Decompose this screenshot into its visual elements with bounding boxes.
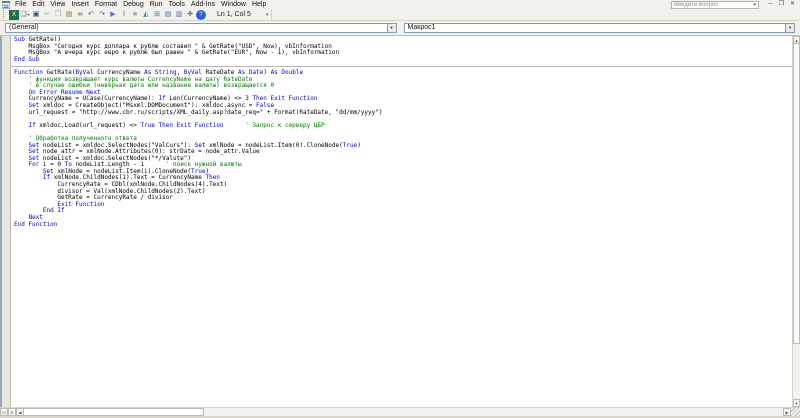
reset-icon[interactable]: ■	[130, 10, 140, 20]
menu-addins[interactable]: Add-Ins	[188, 1, 218, 8]
code-keyword: End If	[42, 207, 65, 215]
code-text: )	[263, 68, 271, 76]
object-dropdown-value: (General)	[9, 24, 39, 31]
menu-tools[interactable]: Tools	[166, 1, 188, 8]
insert-userform-icon[interactable]: ❏ ▾	[20, 10, 30, 20]
procedure-dropdown-value: Макрос1	[407, 24, 436, 31]
copy-icon[interactable]: ❐	[53, 10, 63, 20]
design-mode-icon[interactable]: ◭	[141, 10, 151, 20]
menu-help[interactable]: Help	[249, 1, 269, 8]
run-icon[interactable]: ▶	[108, 10, 118, 20]
vertical-scroll-track	[793, 344, 800, 399]
menu-view[interactable]: View	[47, 1, 68, 8]
menu-window[interactable]: Window	[218, 1, 249, 8]
help-icon[interactable]: ?	[196, 9, 206, 20]
properties-window-icon[interactable]: ▤	[163, 10, 173, 20]
code-text: url_request = "http://www.cbr.ru/scripts…	[14, 108, 383, 116]
menu-edit[interactable]: Edit	[29, 1, 47, 8]
procedure-dropdown[interactable]: Макрос1 ▼	[403, 23, 795, 33]
code-text: )	[357, 141, 361, 149]
chevron-down-icon[interactable]: ▼	[386, 24, 396, 32]
cut-icon[interactable]: ✂	[42, 10, 52, 20]
menu-run[interactable]: Run	[147, 1, 166, 8]
procedure-view-button[interactable]: ▭	[0, 408, 8, 416]
toolbar-drag-handle[interactable]	[3, 10, 6, 19]
code-line: Next	[14, 214, 792, 222]
menu-debug[interactable]: Debug	[120, 1, 147, 8]
object-dropdown[interactable]: (General) ▼	[5, 23, 397, 33]
horizontal-scroll-track[interactable]	[204, 408, 783, 416]
code-text: MsgBox "А вчера курс евро к рублю был ра…	[14, 49, 340, 57]
horizontal-scrollbar: ▭ ≡ ◀ ▶	[0, 407, 800, 416]
code-window: Sub GetRate() MsgBox "Сегодня курс долла…	[0, 35, 800, 407]
code-line: GetRate = CurrencyRate / divisor	[14, 194, 792, 202]
code-line: MsgBox "А вчера курс евро к рублю был ра…	[14, 49, 792, 57]
code-text: xmldoc.Load(url_request) <>	[39, 121, 141, 129]
redo-icon[interactable]: ↷	[97, 10, 107, 20]
object-browser-icon[interactable]: ▥	[174, 10, 184, 20]
code-line: End If	[14, 208, 792, 215]
vertical-scroll-thumb[interactable]	[793, 44, 800, 344]
code-keyword: True Then Exit Function	[140, 121, 224, 129]
code-line: End Function	[14, 220, 792, 229]
save-icon[interactable]: ▣	[31, 10, 41, 20]
chevron-down-icon[interactable]: ▾	[28, 10, 30, 20]
procedure-separator	[11, 63, 792, 70]
code-keyword: As Double	[270, 68, 304, 76]
vba-editor-window: File Edit View Insert Format Debug Run Tools Add…	[0, 0, 800, 418]
paste-icon[interactable]: ▤	[64, 10, 74, 20]
minimize-button[interactable]: ─	[765, 0, 776, 9]
scroll-left-icon[interactable]: ◀	[16, 408, 24, 416]
full-module-view-button[interactable]: ≡	[8, 408, 16, 416]
resize-grip[interactable]	[791, 408, 800, 416]
chevron-down-icon[interactable]: ▼	[785, 24, 794, 32]
scroll-down-icon[interactable]: ▼	[793, 399, 800, 407]
margin-indicator-bar[interactable]	[0, 36, 11, 407]
code-comment: ' Запрос к серверу ЦБР	[223, 121, 325, 129]
standard-toolbar: X ❏ ▾ ▣ ✂ ❐ ▤ ∞ ↶ ↷ ▶ ‖ ■ ◭ ⊞ ▤ ▥ ✚? Ln 1, Col 5 ▾	[0, 9, 800, 21]
code-line: ' в случае ошибки (неверная дата или наз…	[14, 82, 792, 90]
menu-file[interactable]: File	[12, 1, 29, 8]
scroll-up-icon[interactable]: ▲	[793, 36, 800, 44]
toolbar-icons: X ❏ ▾ ▣ ✂ ❐ ▤ ∞ ↶ ↷ ▶ ‖ ■ ◭ ⊞ ▤ ▥ ✚?	[9, 9, 206, 20]
undo-icon[interactable]: ↶	[86, 10, 96, 20]
find-icon[interactable]: ∞	[75, 10, 85, 20]
menu-insert[interactable]: Insert	[68, 1, 92, 8]
code-line: End Sub	[14, 55, 792, 64]
chevron-down-icon[interactable]: ▾	[753, 2, 756, 8]
menu-bar: File Edit View Insert Format Debug Run Tools Add…	[0, 0, 800, 9]
question-placeholder: Введите вопрос	[674, 1, 719, 8]
window-controls: ─ ❐ ✕	[765, 0, 798, 9]
code-window-header: (General) ▼ Макрос1 ▼	[0, 21, 800, 35]
code-keyword: If	[28, 121, 40, 129]
code-keyword: End Sub	[14, 55, 40, 63]
break-icon[interactable]: ‖	[119, 10, 129, 20]
code-line: Exit Function	[14, 201, 792, 209]
toolbar-options-icon[interactable]: ▾	[266, 12, 269, 18]
question-input[interactable]: Введите вопрос ▾	[671, 0, 759, 9]
view-excel-icon[interactable]: X	[9, 9, 19, 20]
menu-items: File Edit View Insert Format Debug Run Tools Add…	[12, 0, 269, 9]
code-editor[interactable]: Sub GetRate() MsgBox "Сегодня курс долла…	[11, 36, 792, 407]
code-line: url_request = "http://www.cbr.ru/scripts…	[14, 108, 792, 117]
project-explorer-icon[interactable]: ⊞	[152, 10, 162, 20]
vertical-scrollbar[interactable]: ▲ ▼	[792, 36, 800, 407]
line-col-indicator: Ln 1, Col 5	[217, 11, 251, 18]
toolbar-panel: X ❏ ▾ ▣ ✂ ❐ ▤ ∞ ↶ ↷ ▶ ‖ ■ ◭ ⊞ ▤ ▥ ✚? Ln 1, Col 5 ▾	[0, 9, 273, 20]
scroll-right-icon[interactable]: ▶	[783, 408, 791, 416]
code-line: If xmldoc.Load(url_request) <> True Then…	[14, 121, 792, 130]
restore-button[interactable]: ❐	[776, 0, 787, 9]
horizontal-scroll-thumb[interactable]	[24, 408, 204, 416]
toolbox-icon[interactable]: ✚	[185, 10, 195, 20]
code-window-icon	[1, 0, 11, 9]
close-button[interactable]: ✕	[787, 0, 798, 9]
menu-format[interactable]: Format	[92, 1, 120, 8]
code-keyword: True	[342, 141, 358, 149]
code-keyword: End Function	[14, 220, 58, 228]
